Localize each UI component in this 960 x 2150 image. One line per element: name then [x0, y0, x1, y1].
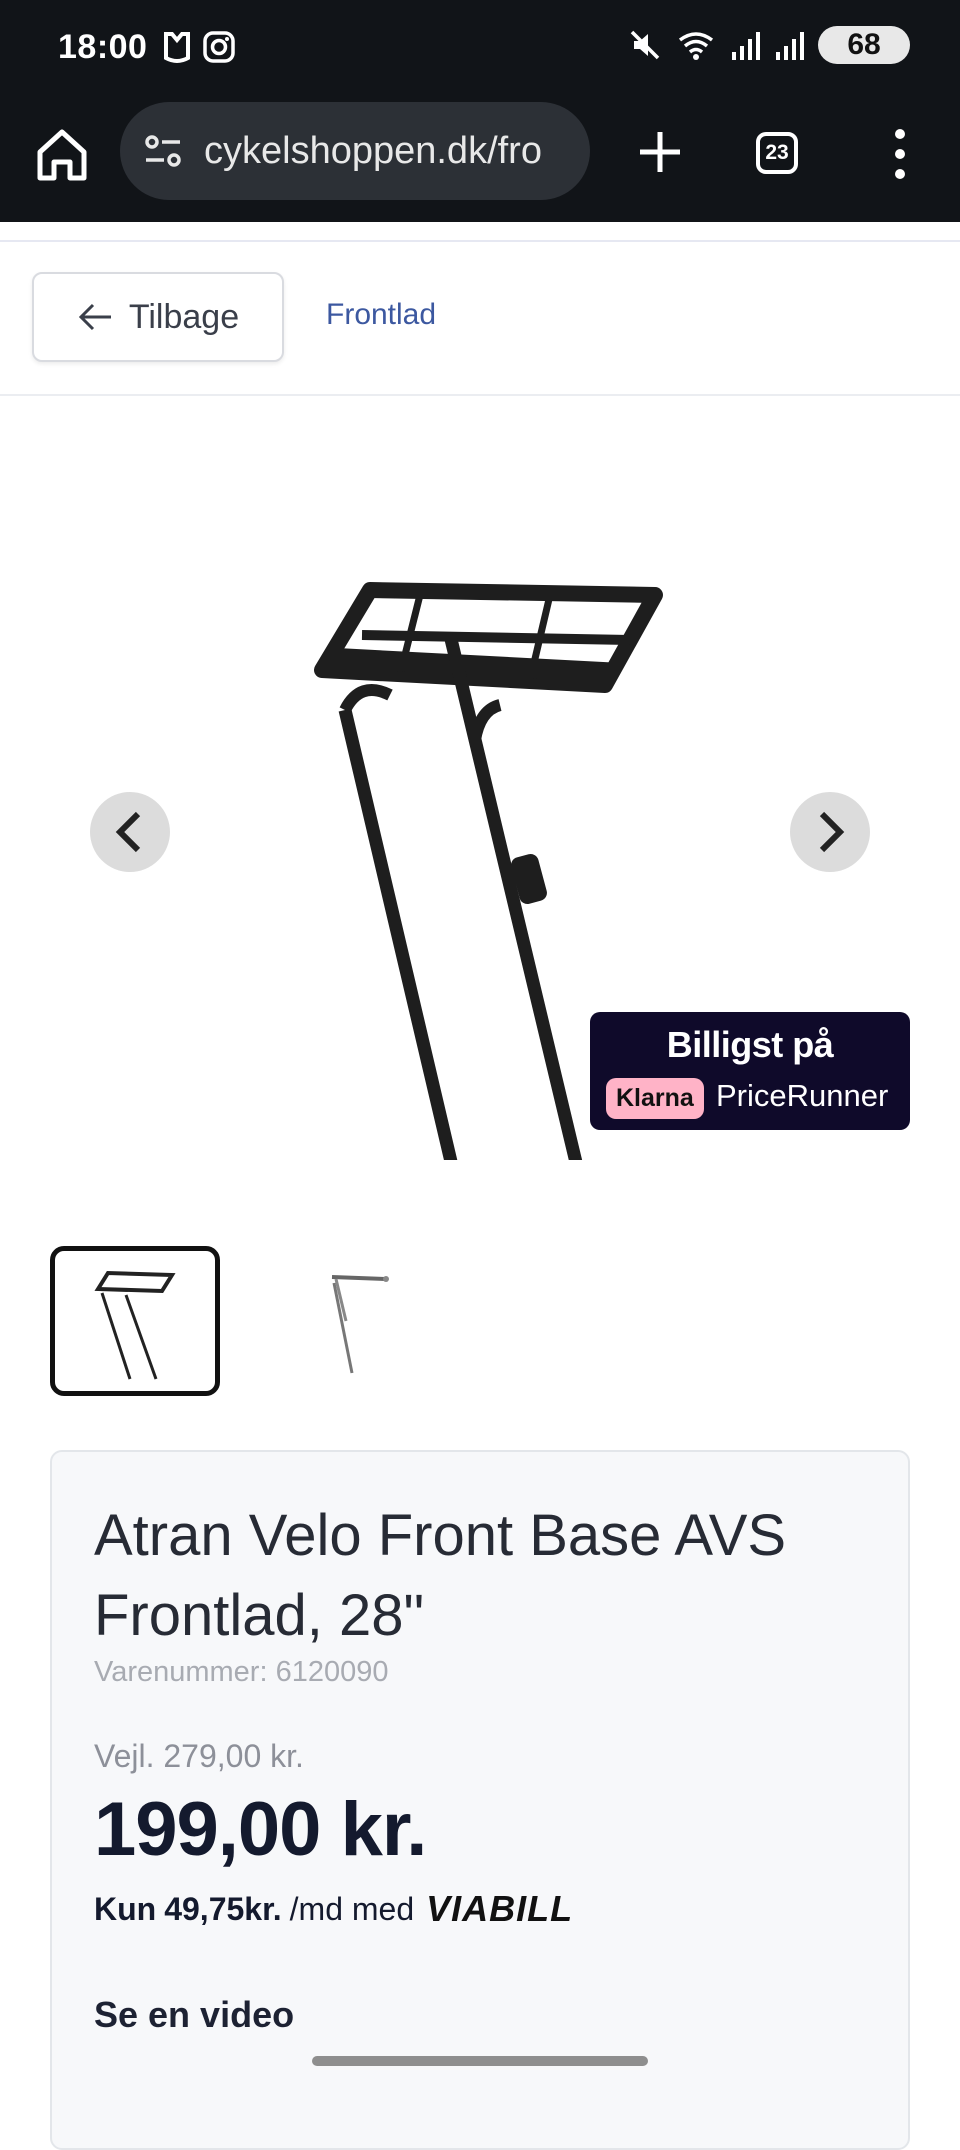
tab-count: 23 [765, 141, 789, 164]
mi-fitness-icon [164, 32, 190, 63]
arrow-left-icon [78, 303, 111, 331]
pricerunner-name: PriceRunner [716, 1078, 889, 1113]
more-menu-icon[interactable] [880, 122, 920, 186]
notification-icons [162, 30, 236, 64]
product-sku: Varenummer: 6120090 [94, 1656, 389, 1688]
pricerunner-badge[interactable]: Billigst på Klarna PriceRunner [590, 1012, 910, 1130]
product-title: Atran Velo Front Base AVS Frontlad, 28" [94, 1503, 787, 1648]
gallery-prev-button[interactable] [90, 792, 170, 872]
installment-suffix: /md med [289, 1890, 415, 1927]
viabill-logo: VIABILL [426, 1888, 574, 1929]
pricerunner-headline: Billigst på [666, 1024, 834, 1065]
signal-icon-2 [776, 32, 804, 60]
url-text: cykelshoppen.dk/fro [204, 129, 542, 172]
klarna-logo: Klarna [606, 1078, 704, 1119]
tab-switcher-button[interactable]: 23 [756, 132, 798, 174]
thumbnail-1[interactable] [50, 1246, 220, 1396]
new-tab-icon[interactable] [628, 120, 692, 184]
recommended-price: Vejl. 279,00 kr. [94, 1738, 304, 1774]
mute-icon [630, 30, 660, 60]
site-settings-icon[interactable] [142, 130, 184, 172]
video-link[interactable]: Se en video [94, 1994, 294, 2036]
product-info-card: Atran Velo Front Base AVS Frontlad, 28" … [50, 1450, 910, 2150]
browser-toolbar: cykelshoppen.dk/fro 23 [0, 96, 960, 222]
header-divider [0, 394, 960, 396]
installment-info[interactable]: Kun 49,75kr. /md med VIABILL [94, 1888, 573, 1930]
battery-indicator: 68 [818, 26, 910, 64]
thumbnail-2[interactable] [272, 1246, 442, 1396]
status-time: 18:00 [58, 28, 148, 66]
installment-amount: 49,75kr. [164, 1890, 282, 1927]
system-icons: 68 [628, 26, 910, 64]
instagram-icon [203, 31, 235, 63]
home-icon[interactable] [30, 122, 94, 186]
chevron-right-icon [819, 811, 845, 853]
thumbnail-image [94, 1270, 176, 1380]
page-top-border [0, 222, 960, 242]
wifi-icon [678, 32, 714, 60]
gallery-next-button[interactable] [790, 792, 870, 872]
product-gallery: Billigst på Klarna PriceRunner [0, 400, 960, 1200]
breadcrumb-category[interactable]: Frontlad [326, 298, 436, 332]
chevron-left-icon [115, 811, 141, 853]
home-indicator[interactable] [312, 2056, 648, 2066]
status-bar: 18:00 68 [0, 0, 960, 96]
back-button[interactable]: Tilbage [32, 272, 284, 362]
installment-prefix: Kun [94, 1890, 157, 1927]
battery-level: 68 [847, 28, 881, 61]
product-price: 199,00 kr. [94, 1787, 427, 1872]
address-bar[interactable]: cykelshoppen.dk/fro [120, 102, 590, 200]
back-button-label: Tilbage [128, 297, 240, 336]
signal-icon [732, 32, 760, 60]
thumbnail-image-side [331, 1275, 389, 1374]
